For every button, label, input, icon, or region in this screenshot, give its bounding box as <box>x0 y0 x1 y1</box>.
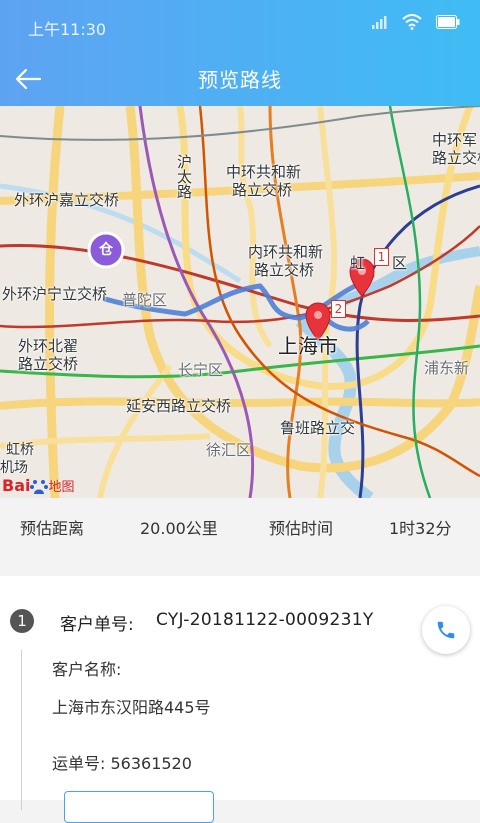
signal-icon <box>372 16 387 29</box>
map-label-waihuan-beizhai-2: 路立交桥 <box>18 355 79 373</box>
customer-address: 上海市东汉阳路445号 <box>52 698 211 717</box>
wifi-icon <box>402 14 422 30</box>
status-time: 上午11:30 <box>28 20 107 39</box>
status-bar: 上午11:30 <box>0 0 480 52</box>
map-label-zhonghuan-gonghe-1: 中环共和新 <box>226 163 302 181</box>
baidu-paw-icon <box>30 479 49 494</box>
app-header: 预览路线 <box>0 52 480 106</box>
route-map[interactable]: 仓 1 2 外环沪嘉立交桥 外环沪宁立交桥 普陀区 外环北翟 路立交桥 沪太路 … <box>0 106 480 498</box>
map-label-waihuan-ning: 外环沪宁立交桥 <box>2 285 108 303</box>
map-label-yanan: 延安西路立交桥 <box>126 397 232 415</box>
map-label-neihuan-gonghe-2: 路立交桥 <box>254 261 315 279</box>
battery-icon <box>436 15 460 29</box>
map-label-shanghai: 上海市 <box>278 334 338 358</box>
route-stats: 预估距离 20.00公里 预估时间 1时32分 <box>0 498 480 552</box>
order-index-badge: 1 <box>10 609 34 633</box>
map-label-waihuan-jiading: 外环沪嘉立交桥 <box>14 191 120 209</box>
pin-label-1: 1 <box>374 248 389 266</box>
map-label-neihuan-gonghe-1: 内环共和新 <box>248 243 324 261</box>
map-label-hongkou-1: 虹 <box>350 254 366 272</box>
map-label-hongqiao-2: 机场 <box>0 460 28 476</box>
map-label-hutai: 沪太路 <box>175 154 193 199</box>
order-action-button[interactable] <box>64 791 214 823</box>
distance-value: 20.00公里 <box>140 519 218 538</box>
map-label-hongqiao-1: 虹桥 <box>6 442 34 458</box>
order-card: 1 客户单号: CYJ-20181122-0009231Y 客户名称: 上海市东… <box>0 576 480 823</box>
distance-label: 预估距离 <box>20 519 85 538</box>
time-value: 1时32分 <box>389 519 452 538</box>
status-icons <box>372 14 460 30</box>
baidu-logo-suffix: 地图 <box>48 480 75 495</box>
timeline-line <box>21 650 22 810</box>
map-label-pudong: 浦东新 <box>424 359 470 377</box>
baidu-map-logo: Bai 地图 <box>2 476 75 496</box>
order-number-label: 客户单号: <box>60 615 134 635</box>
map-label-zhonghuan-gonghe-2: 路立交桥 <box>232 181 293 199</box>
map-label-waihuan-beizhai-1: 外环北翟 <box>18 337 79 355</box>
map-label-putuo: 普陀区 <box>122 291 168 309</box>
time-label: 预估时间 <box>269 519 334 538</box>
pin-label-2: 2 <box>331 300 346 318</box>
customer-name-label: 客户名称: <box>52 660 122 679</box>
page-title: 预览路线 <box>198 68 282 92</box>
warehouse-glyph: 仓 <box>99 242 113 258</box>
call-button[interactable] <box>422 606 470 654</box>
map-label-xuhui: 徐汇区 <box>206 441 252 459</box>
map-label-changning: 长宁区 <box>178 361 224 379</box>
waybill-number: 运单号: 56361520 <box>52 754 192 773</box>
map-label-luban: 鲁班路立交 <box>280 419 356 437</box>
map-label-zhonghuan-jun-2: 路立交桥 <box>432 149 480 167</box>
map-label-hongkou-2: 区 <box>392 254 408 272</box>
order-number-value: CYJ-20181122-0009231Y <box>156 610 374 630</box>
baidu-logo-text: Bai <box>2 476 31 495</box>
phone-icon <box>437 621 455 639</box>
map-label-zhonghuan-jun-1: 中环军 <box>432 131 478 149</box>
